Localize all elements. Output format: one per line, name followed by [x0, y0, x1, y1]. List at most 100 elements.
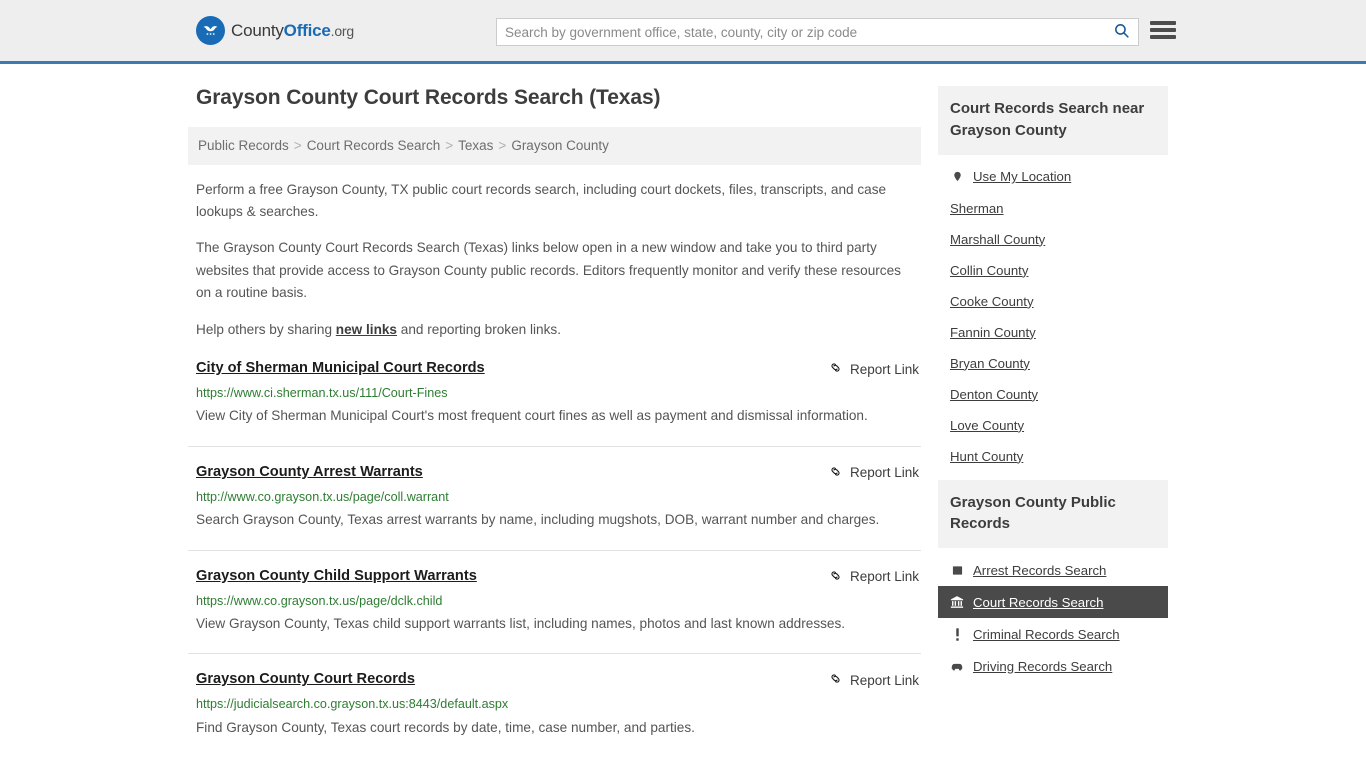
breadcrumb: Public Records > Court Records Search > Texa…	[188, 127, 921, 165]
report-link-label: Report Link	[849, 569, 919, 585]
exclamation-icon	[950, 626, 964, 642]
nearby-searches-heading: Court Records Search near Grayson County	[938, 86, 1168, 155]
breadcrumb-item-grayson-county[interactable]: Grayson County	[511, 138, 609, 153]
bank-building-icon	[950, 594, 964, 610]
breadcrumb-item-court-records-search[interactable]: Court Records Search	[307, 138, 441, 153]
breadcrumb-item-public-records[interactable]: Public Records	[198, 138, 289, 153]
result-item: Grayson County Child Support Warrants Re…	[188, 567, 921, 655]
sidebar-item-arrest-records-search[interactable]: Arrest Records Search	[938, 554, 1168, 586]
sidebar-item-label: Cooke County	[950, 293, 1034, 309]
car-icon	[950, 658, 964, 674]
result-url: http://www.co.grayson.tx.us/page/coll.wa…	[196, 489, 449, 504]
result-title-link[interactable]: Grayson County Arrest Warrants	[196, 463, 423, 482]
sidebar-item-label: Criminal Records Search	[973, 626, 1120, 642]
public-records-list: Arrest Records Search Court Records Sear…	[938, 548, 1168, 682]
search-button[interactable]	[1104, 19, 1138, 45]
square-icon	[950, 562, 964, 578]
sidebar-item-hunt-county[interactable]: Hunt County	[938, 441, 1168, 472]
broken-link-icon	[828, 360, 843, 378]
result-item: Grayson County Court Records Report Link	[188, 670, 921, 757]
hamburger-bar-2	[1150, 28, 1176, 32]
result-item: City of Sherman Municipal Court Records …	[188, 359, 921, 447]
main-content: Grayson County Court Records Search (Tex…	[188, 86, 921, 768]
help-paragraph: Help others by sharing new links and rep…	[196, 319, 921, 341]
report-link-label: Report Link	[849, 465, 919, 481]
hamburger-menu-icon[interactable]	[1150, 19, 1176, 41]
sidebar-item-label: Collin County	[950, 262, 1029, 278]
report-link-label: Report Link	[849, 361, 919, 377]
breadcrumb-separator: >	[445, 138, 454, 153]
sidebar-item-sherman[interactable]: Sherman	[938, 193, 1168, 224]
site-logo[interactable]: CountyOffice.org	[196, 16, 354, 45]
result-description: Find Grayson County, Texas court records…	[196, 719, 695, 735]
result-url: https://judicialsearch.co.grayson.tx.us:…	[196, 697, 509, 712]
sidebar-item-label: Denton County	[950, 386, 1038, 402]
report-link-button[interactable]: Report Link	[828, 464, 921, 482]
sidebar-item-fannin-county[interactable]: Fannin County	[938, 317, 1168, 348]
logo-text-county: County	[231, 20, 284, 40]
sidebar-item-cooke-county[interactable]: Cooke County	[938, 286, 1168, 317]
sidebar-item-label: Sherman	[950, 200, 1004, 216]
site-logo-text: CountyOffice.org	[231, 21, 354, 41]
sidebar-item-label: Love County	[950, 417, 1025, 433]
map-pin-icon	[950, 169, 964, 185]
sidebar-item-marshall-county[interactable]: Marshall County	[938, 224, 1168, 255]
sidebar-item-label: Driving Records Search	[973, 658, 1113, 674]
intro-paragraph-1: Perform a free Grayson County, TX public…	[196, 181, 887, 219]
report-link-label: Report Link	[849, 672, 919, 688]
sidebar-item-denton-county[interactable]: Denton County	[938, 379, 1168, 410]
sidebar-item-bryan-county[interactable]: Bryan County	[938, 348, 1168, 379]
broken-link-icon	[828, 464, 843, 482]
help-prefix: Help others by sharing	[196, 321, 336, 337]
result-title-link[interactable]: City of Sherman Municipal Court Records	[196, 359, 485, 378]
report-link-button[interactable]: Report Link	[828, 360, 921, 378]
result-title-link[interactable]: Grayson County Child Support Warrants	[196, 567, 477, 586]
site-header: CountyOffice.org	[0, 0, 1366, 64]
page-body: Grayson County Court Records Search (Tex…	[0, 64, 1366, 768]
sidebar-item-use-my-location[interactable]: Use My Location	[938, 161, 1168, 193]
sidebar-item-label: Fannin County	[950, 324, 1036, 340]
nearby-searches-box: Court Records Search near Grayson County…	[938, 86, 1168, 472]
public-records-heading: Grayson County Public Records	[938, 479, 1168, 548]
result-item: Grayson County Arrest Warrants Report Li…	[188, 463, 921, 551]
sidebar-item-label: Use My Location	[973, 169, 1072, 184]
logo-text-org: .org	[330, 22, 355, 39]
sidebar-item-criminal-records-search[interactable]: Criminal Records Search	[938, 618, 1168, 650]
result-title-link[interactable]: Grayson County Court Records	[196, 670, 415, 689]
hamburger-bar-3	[1150, 35, 1176, 39]
report-link-button[interactable]: Report Link	[828, 671, 921, 689]
search-icon	[1113, 22, 1130, 42]
result-description: View City of Sherman Municipal Court's m…	[196, 408, 868, 424]
sidebar-item-driving-records-search[interactable]: Driving Records Search	[938, 650, 1168, 682]
results-list: City of Sherman Municipal Court Records …	[188, 359, 921, 757]
new-links-link[interactable]: new links	[336, 322, 397, 337]
sidebar-item-label: Marshall County	[950, 231, 1046, 247]
broken-link-icon	[828, 671, 843, 689]
sidebar-item-label: Bryan County	[950, 355, 1030, 371]
broken-link-icon	[828, 568, 843, 586]
breadcrumb-separator: >	[293, 138, 302, 153]
sidebar-item-court-records-search[interactable]: Court Records Search	[938, 586, 1168, 618]
breadcrumb-separator: >	[498, 138, 507, 153]
hamburger-bar-1	[1150, 21, 1176, 25]
sidebar-item-collin-county[interactable]: Collin County	[938, 255, 1168, 286]
result-description: View Grayson County, Texas child support…	[196, 616, 846, 631]
logo-text-office: Office	[283, 20, 331, 40]
result-description: Search Grayson County, Texas arrest warr…	[196, 512, 880, 528]
breadcrumb-item-texas[interactable]: Texas	[458, 138, 493, 153]
help-suffix: and reporting broken links.	[397, 321, 561, 337]
intro-paragraph-2: The Grayson County Court Records Search …	[196, 240, 901, 301]
public-records-box: Grayson County Public Records Arrest Rec…	[938, 479, 1168, 683]
search-bar[interactable]	[496, 18, 1139, 46]
search-input[interactable]	[497, 19, 1104, 45]
sidebar: Court Records Search near Grayson County…	[938, 86, 1168, 768]
sidebar-item-label: Arrest Records Search	[973, 562, 1107, 578]
page-title: Grayson County Court Records Search (Tex…	[196, 86, 661, 109]
sidebar-item-love-county[interactable]: Love County	[938, 410, 1168, 441]
sidebar-item-label: Court Records Search	[973, 594, 1104, 610]
nearby-searches-list: Use My Location Sherman Marshall County …	[938, 155, 1168, 472]
result-url: https://www.ci.sherman.tx.us/111/Court-F…	[196, 386, 448, 401]
eagle-shield-icon	[196, 16, 225, 45]
result-url: https://www.co.grayson.tx.us/page/dclk.c…	[196, 593, 443, 608]
report-link-button[interactable]: Report Link	[828, 568, 921, 586]
